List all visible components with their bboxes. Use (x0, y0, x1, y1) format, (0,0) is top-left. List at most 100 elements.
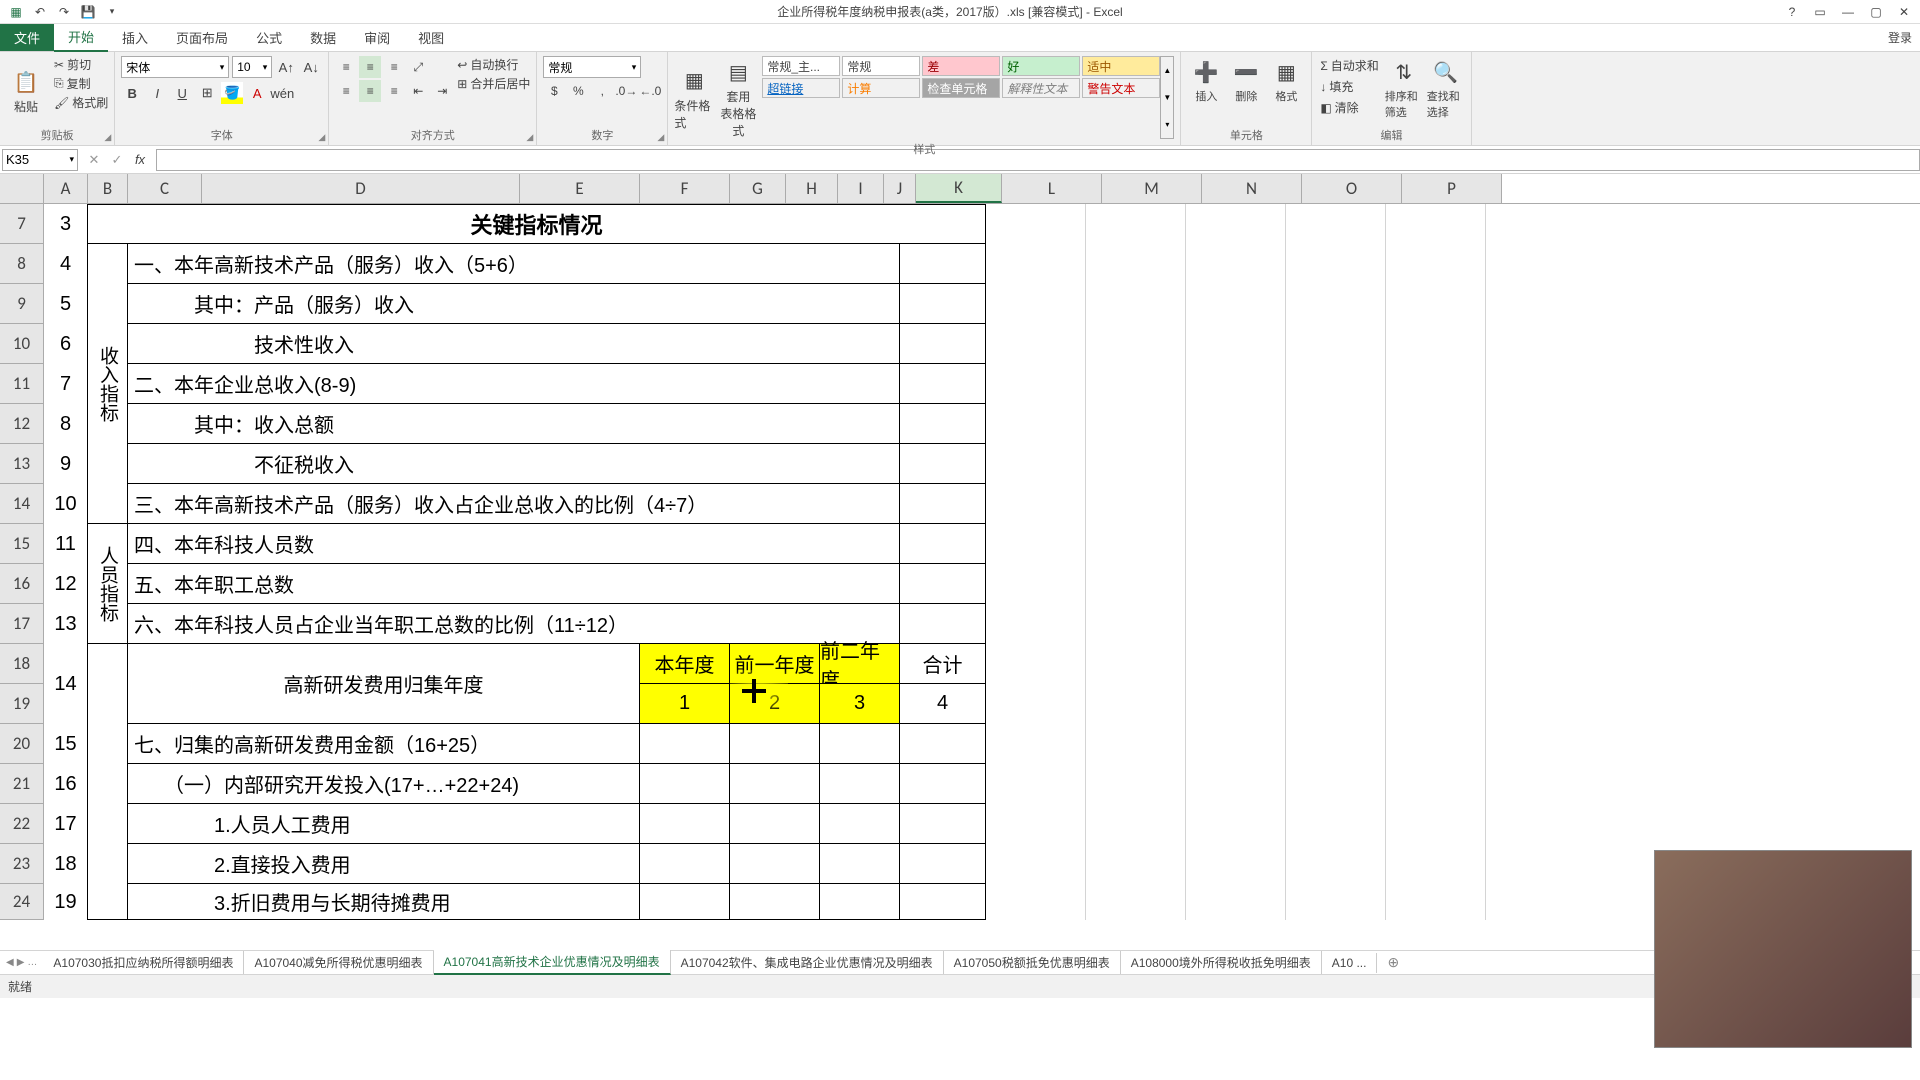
sheet-tab-a107050[interactable]: A107050税额抵免优惠明细表 (944, 951, 1121, 974)
sheet-nav-next[interactable]: ▶ (17, 957, 25, 968)
row-header-16[interactable]: 16 (0, 564, 44, 604)
font-dialog-launcher[interactable]: ◢ (318, 132, 325, 143)
maximize-button[interactable]: ▢ (1864, 2, 1888, 22)
cell-row12[interactable]: 其中：收入总额 (128, 404, 900, 444)
cell-F21[interactable] (640, 764, 730, 804)
save-icon[interactable]: 💾 (80, 4, 96, 20)
style-hyperlink[interactable]: 超链接 (762, 78, 840, 98)
tab-page-layout[interactable]: 页面布局 (162, 24, 242, 51)
col-header-M[interactable]: M (1102, 174, 1202, 203)
conditional-format-button[interactable]: ▦条件格式 (674, 56, 714, 139)
find-select-button[interactable]: 🔍查找和选择 (1427, 56, 1465, 125)
tab-file[interactable]: 文件 (0, 24, 54, 51)
row-header-17[interactable]: 17 (0, 604, 44, 644)
cell-K24[interactable] (900, 884, 986, 920)
tab-insert[interactable]: 插入 (108, 24, 162, 51)
col-header-P[interactable]: P (1402, 174, 1502, 203)
cell-A10[interactable]: 6 (44, 324, 88, 364)
cell-row11[interactable]: 二、本年企业总收入(8-9) (128, 364, 900, 404)
col-header-O[interactable]: O (1302, 174, 1402, 203)
cell-row13[interactable]: 不征税收入 (128, 444, 900, 484)
align-left-button[interactable]: ≡ (335, 80, 357, 102)
autosum-button[interactable]: Σ自动求和 (1318, 56, 1380, 75)
row-header-10[interactable]: 10 (0, 324, 44, 364)
cell-K11[interactable] (900, 364, 986, 404)
help-button[interactable]: ? (1780, 2, 1804, 22)
copy-button[interactable]: ⎘复制 (54, 75, 108, 92)
bold-button[interactable]: B (121, 82, 143, 104)
cell-K13[interactable] (900, 444, 986, 484)
align-center-button[interactable]: ≡ (359, 80, 381, 102)
cell-K15[interactable] (900, 524, 986, 564)
col-header-D[interactable]: D (202, 174, 520, 203)
number-format-combo[interactable]: 常规▾ (543, 56, 641, 78)
cell-I21[interactable] (820, 764, 900, 804)
cell-F20[interactable] (640, 724, 730, 764)
style-warn[interactable]: 警告文本 (1082, 78, 1160, 98)
delete-cells-button[interactable]: ➖删除 (1227, 56, 1265, 125)
col-P-area[interactable] (1386, 204, 1486, 920)
style-normal[interactable]: 常规 (842, 56, 920, 76)
cell-year-this[interactable]: 本年度 (640, 644, 730, 684)
cell-row21[interactable]: （一）内部研究开发投入(17+…+22+24) (128, 764, 640, 804)
col-header-B[interactable]: B (88, 174, 128, 203)
cell-year-prev2[interactable]: 前二年度 (820, 644, 900, 684)
cell-A17[interactable]: 13 (44, 604, 88, 644)
tab-home[interactable]: 开始 (54, 23, 108, 52)
row-header-14[interactable]: 14 (0, 484, 44, 524)
font-name-combo[interactable]: 宋体▾ (121, 56, 229, 78)
font-size-combo[interactable]: 10▾ (232, 56, 272, 78)
cell-year-total[interactable]: 合计 (900, 644, 986, 684)
format-painter-button[interactable]: 🖌格式刷 (54, 94, 108, 111)
style-good[interactable]: 好 (1002, 56, 1080, 76)
merge-button[interactable]: ⊞合并后居中 (457, 75, 530, 92)
cell-K12[interactable] (900, 404, 986, 444)
row-header-11[interactable]: 11 (0, 364, 44, 404)
sheet-tab-a107042[interactable]: A107042软件、集成电路企业优惠情况及明细表 (671, 951, 944, 974)
orientation-button[interactable]: ⤢ (407, 56, 429, 78)
redo-icon[interactable]: ↷ (56, 4, 72, 20)
cell-row22[interactable]: 1.人员人工费用 (128, 804, 640, 844)
row-header-9[interactable]: 9 (0, 284, 44, 324)
align-bottom-button[interactable]: ≡ (383, 56, 405, 78)
cell-K10[interactable] (900, 324, 986, 364)
cell-A23[interactable]: 18 (44, 844, 88, 884)
font-color-button[interactable]: A (246, 82, 268, 104)
number-dialog-launcher[interactable]: ◢ (657, 132, 664, 143)
cell-G23[interactable] (730, 844, 820, 884)
sheet-nav-more[interactable]: … (27, 957, 37, 968)
cell-rd-year-label[interactable]: 高新研发费用归集年度 (128, 644, 640, 724)
tab-data[interactable]: 数据 (296, 24, 350, 51)
cell-I24[interactable] (820, 884, 900, 920)
cell-B-personnel-label[interactable]: 人员指标 (88, 524, 128, 644)
col-O-area[interactable] (1286, 204, 1386, 920)
col-header-J[interactable]: J (884, 174, 916, 203)
customize-qat-icon[interactable]: ▾ (104, 4, 120, 20)
clear-button[interactable]: ◧清除 (1318, 98, 1380, 117)
italic-button[interactable]: I (146, 82, 168, 104)
style-explain[interactable]: 解释性文本 (1002, 78, 1080, 98)
cell-F22[interactable] (640, 804, 730, 844)
accounting-format-button[interactable]: $ (543, 80, 565, 102)
cell-row20[interactable]: 七、归集的高新研发费用金额（16+25） (128, 724, 640, 764)
sheet-nav-prev[interactable]: ◀ (6, 957, 14, 968)
col-header-A[interactable]: A (44, 174, 88, 203)
phonetic-button[interactable]: wén (271, 82, 293, 104)
cell-K16[interactable] (900, 564, 986, 604)
row-header-13[interactable]: 13 (0, 444, 44, 484)
paste-button[interactable]: 📋 粘贴 (6, 56, 46, 125)
cell-row16[interactable]: 五、本年职工总数 (128, 564, 900, 604)
decrease-indent-button[interactable]: ⇤ (407, 80, 429, 102)
cell-B-income-label[interactable]: 收入指标 (88, 244, 128, 524)
cell-G21[interactable] (730, 764, 820, 804)
align-top-button[interactable]: ≡ (335, 56, 357, 78)
col-header-G[interactable]: G (730, 174, 786, 203)
cell-A9[interactable]: 5 (44, 284, 88, 324)
cell-row24[interactable]: 3.折旧费用与长期待摊费用 (128, 884, 640, 920)
cell-A8[interactable]: 4 (44, 244, 88, 284)
underline-button[interactable]: U (171, 82, 193, 104)
cell-F23[interactable] (640, 844, 730, 884)
cell-F24[interactable] (640, 884, 730, 920)
row-header-19[interactable]: 19 (0, 684, 44, 724)
cell-K17[interactable] (900, 604, 986, 644)
